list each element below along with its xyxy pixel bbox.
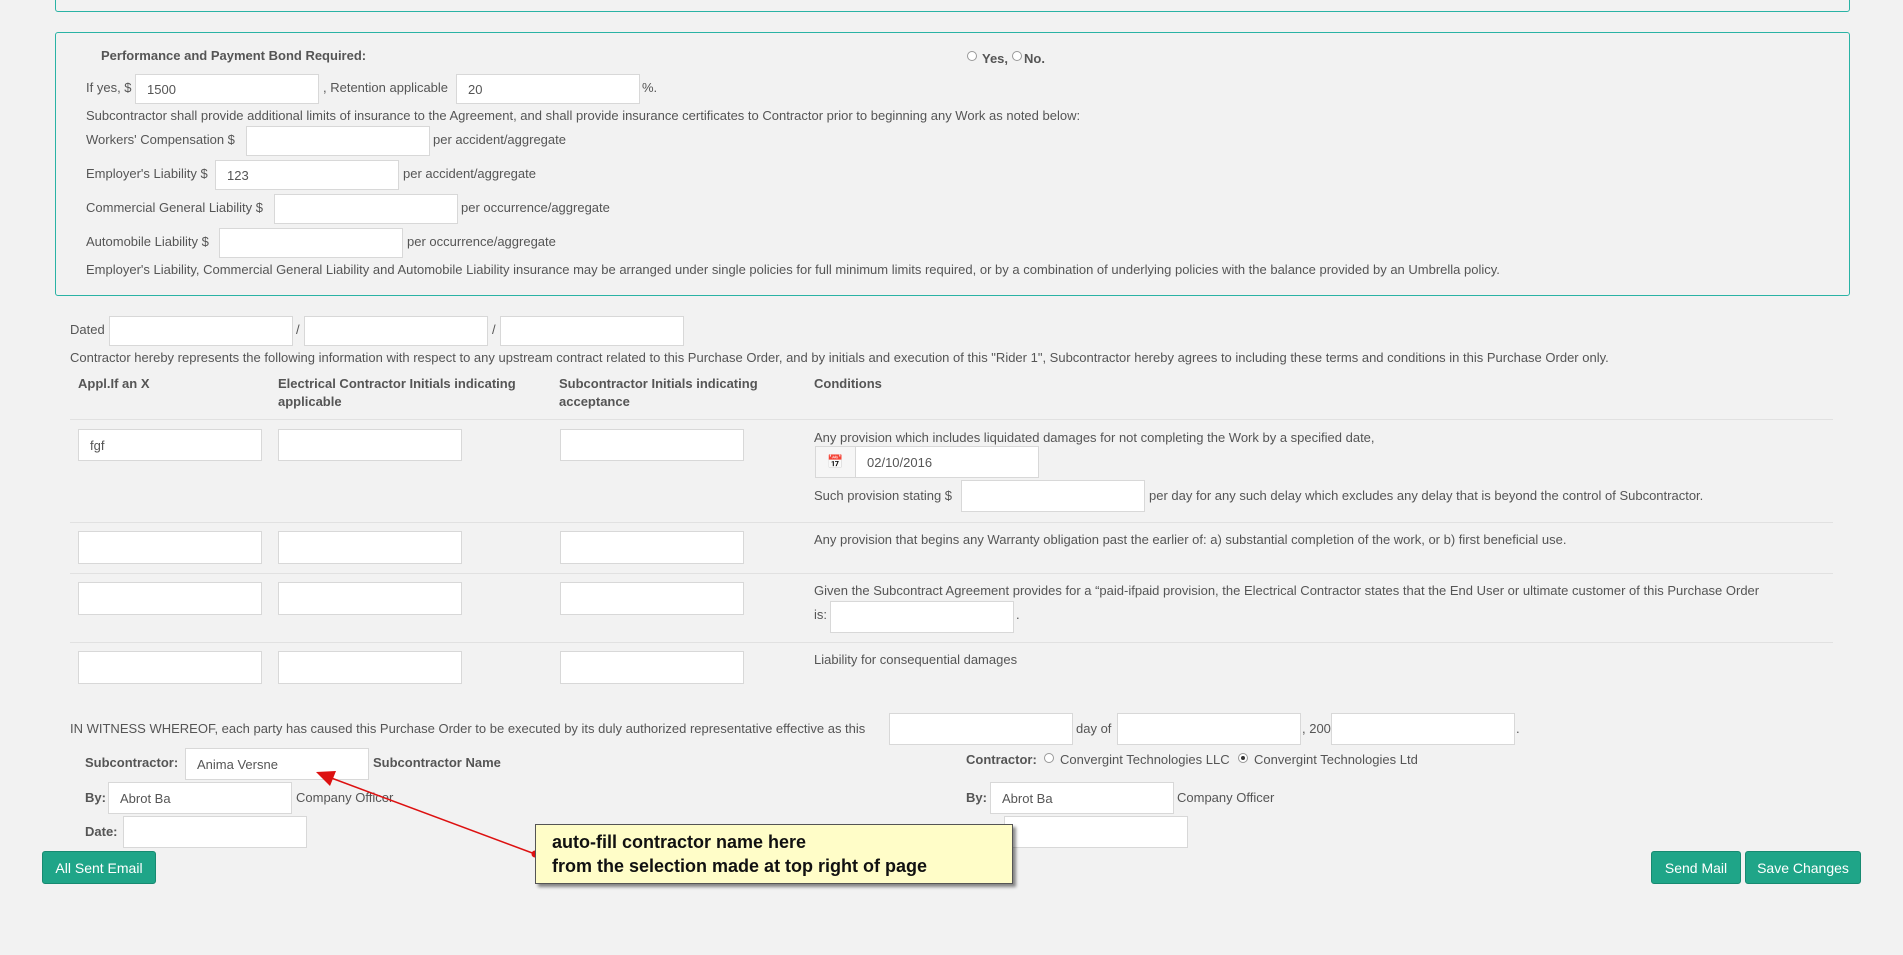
annotation-line-2: from the selection made at top right of …: [552, 856, 928, 876]
annotation-arrow: [316, 771, 539, 858]
annotation-line-1: auto-fill contractor name here: [552, 832, 807, 852]
annotation-callout: auto-fill contractor name here from the …: [535, 824, 1013, 884]
